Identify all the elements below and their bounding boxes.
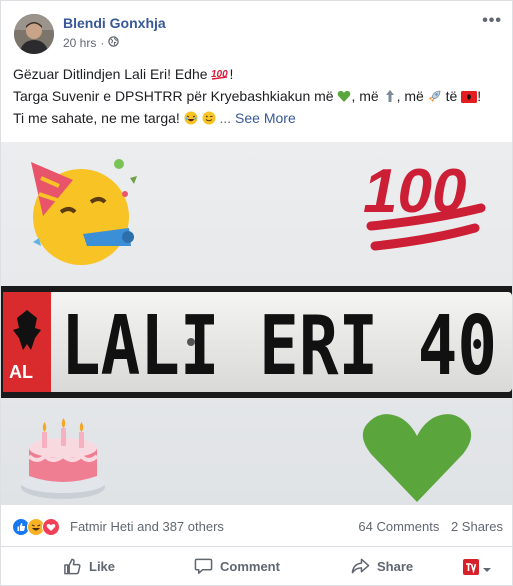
ellipsis: ... (219, 110, 232, 126)
post-line-2-d: të (445, 88, 458, 104)
share-button[interactable]: Share (351, 557, 413, 575)
laughing-face-icon (184, 109, 198, 125)
post-header: Blendi Gonxhja 20 hrs · ••• (1, 1, 512, 61)
comment-button[interactable]: Comment (194, 557, 280, 575)
author-name[interactable]: Blendi Gonxhja (63, 15, 166, 31)
post-line-3: Ti me sahate, ne me targa! ... See More (13, 107, 503, 129)
albania-flag-icon (461, 87, 478, 103)
post-line-2-b: , më (351, 88, 379, 104)
meta-separator: · (100, 36, 105, 50)
post-line-1-end: ! (229, 66, 234, 82)
post-as-selector[interactable] (463, 559, 492, 580)
post-line-1: Gëzuar Ditlindjen Lali Eri! Edhe 100 ! (13, 63, 503, 85)
see-more-link[interactable]: See More (235, 110, 296, 126)
post-line-2-c: , më (396, 88, 424, 104)
post-actions: Like Comment Share (1, 549, 512, 585)
post-time[interactable]: 20 hrs (63, 36, 96, 50)
license-plate: AL LALI ERI 40 (1, 286, 512, 398)
post-stats: Fatmir Heti and 387 others 64 Comments 2… (1, 506, 512, 547)
post-card: Blendi Gonxhja 20 hrs · ••• Gëzuar Ditli… (0, 0, 513, 586)
comments-count[interactable]: 64 Comments (358, 519, 439, 534)
comment-icon (194, 557, 213, 575)
engagement-counts: 64 Comments 2 Shares (358, 519, 503, 534)
post-text: Gëzuar Ditlindjen Lali Eri! Edhe 100 ! T… (13, 63, 503, 129)
post-meta: 20 hrs · (63, 36, 120, 50)
hundred-points-icon: 100 (211, 65, 229, 80)
plate-number: LALI ERI 40 (61, 299, 497, 394)
green-heart-icon (337, 87, 351, 102)
winking-face-icon (202, 109, 216, 125)
shares-count[interactable]: 2 Shares (451, 519, 503, 534)
chevron-down-icon (482, 561, 492, 579)
more-options-button[interactable]: ••• (482, 12, 502, 30)
comment-label: Comment (220, 558, 280, 574)
up-arrow-icon (383, 87, 397, 102)
rocket-icon (428, 87, 442, 102)
post-line-2-text: Targa Suvenir e DPSHTRR për Kryebashkiak… (13, 88, 334, 104)
reactors-text[interactable]: Fatmir Heti and 387 others (70, 519, 224, 534)
post-line-2-end: ! (477, 88, 482, 104)
plate-country-code: AL (9, 362, 33, 382)
reaction-icons[interactable] (12, 518, 60, 536)
post-line-3-text: Ti me sahate, ne me targa! (13, 110, 180, 126)
like-label: Like (89, 558, 116, 574)
like-button[interactable]: Like (63, 557, 115, 575)
post-photo[interactable]: 100 AL LALI ERI 40 (1, 142, 512, 505)
globe-icon[interactable] (108, 36, 120, 50)
post-line-2: Targa Suvenir e DPSHTRR për Kryebashkiak… (13, 85, 503, 107)
share-icon (351, 557, 370, 575)
avatar[interactable] (14, 14, 54, 54)
post-line-1-text: Gëzuar Ditlindjen Lali Eri! Edhe (13, 66, 208, 82)
love-reaction-icon (42, 518, 60, 536)
thumbs-up-icon (63, 557, 82, 575)
page-avatar-icon (463, 559, 479, 580)
share-label: Share (377, 558, 414, 574)
